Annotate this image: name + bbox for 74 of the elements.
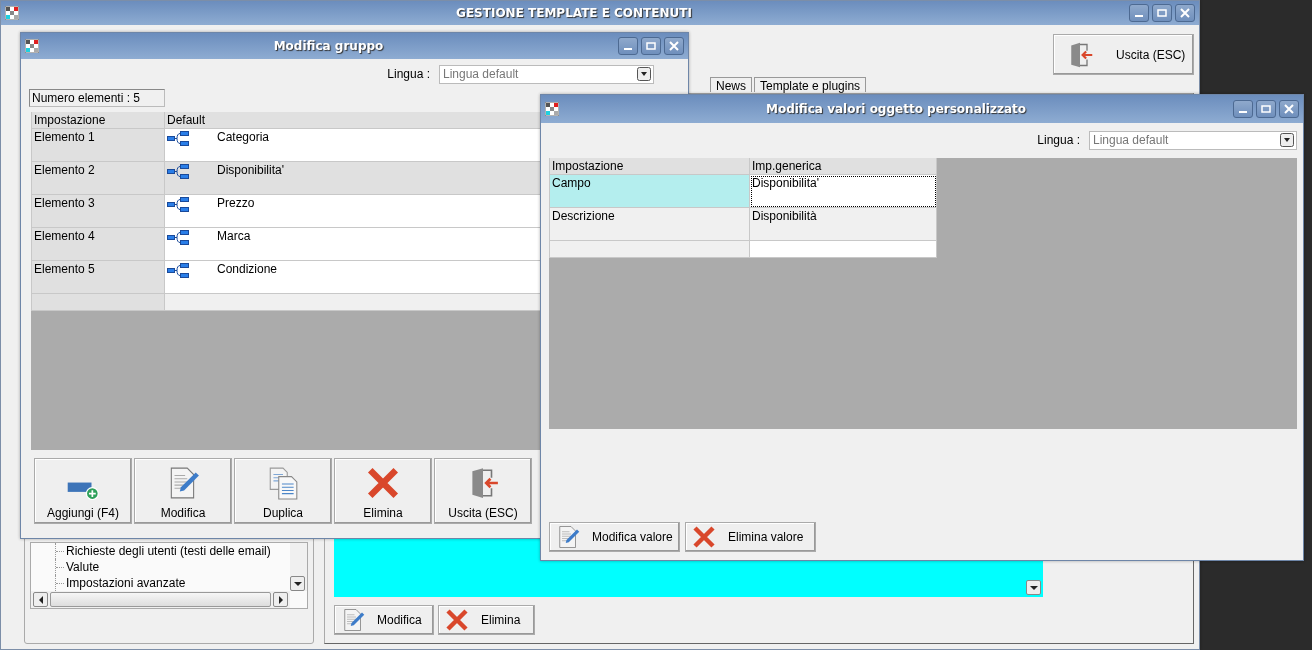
row-header: Elemento 3 bbox=[31, 194, 165, 228]
action-button[interactable]: Modifica valore bbox=[549, 522, 680, 552]
action-button[interactable]: Elimina valore bbox=[685, 522, 816, 552]
maximize-icon bbox=[1261, 104, 1271, 114]
hierarchy-icon bbox=[167, 163, 189, 181]
language-dropdown[interactable]: Lingua default bbox=[1089, 130, 1297, 150]
down-arrow-icon bbox=[1029, 583, 1038, 592]
column-header: Impostazione bbox=[549, 158, 750, 175]
minimize-icon bbox=[1239, 111, 1247, 113]
close-button[interactable] bbox=[1279, 100, 1299, 118]
maximize-button[interactable] bbox=[641, 37, 661, 55]
window-title: Modifica valori oggetto personalizzato bbox=[764, 102, 1028, 116]
row-header: Elemento 5 bbox=[31, 260, 165, 294]
minimize-icon bbox=[624, 48, 632, 50]
tree-item[interactable]: Richieste degli utenti (testi delle email) bbox=[66, 544, 271, 558]
right-arrow-icon bbox=[276, 595, 285, 604]
maximize-icon bbox=[646, 41, 656, 51]
row-header: Elemento 4 bbox=[31, 227, 165, 261]
toolbar-button[interactable]: Aggiungi (F4) bbox=[34, 458, 132, 524]
hierarchy-icon bbox=[167, 229, 189, 247]
element-count: Numero elementi : 5 bbox=[29, 89, 165, 107]
scroll-left-button[interactable] bbox=[33, 592, 48, 607]
hierarchy-icon bbox=[167, 262, 189, 280]
cross-icon bbox=[692, 525, 716, 549]
scroll-down-button[interactable] bbox=[290, 576, 305, 591]
scroll-right-button[interactable] bbox=[273, 592, 288, 607]
table-cell[interactable]: Disponibilita' bbox=[749, 174, 937, 208]
window-title: GESTIONE TEMPLATE E CONTENUTI bbox=[455, 6, 693, 20]
tree-item[interactable]: Valute bbox=[66, 560, 100, 574]
window-title: Modifica gruppo bbox=[272, 39, 385, 53]
minimize-button[interactable] bbox=[1129, 4, 1149, 22]
minimize-button[interactable] bbox=[618, 37, 638, 55]
table-cell[interactable]: Disponibilità bbox=[749, 207, 937, 241]
toolbar-button[interactable]: Duplica bbox=[234, 458, 332, 524]
maximize-button[interactable] bbox=[1152, 4, 1172, 22]
hierarchy-icon bbox=[167, 130, 189, 148]
toolbar-button[interactable]: Elimina bbox=[334, 458, 432, 524]
cross-icon bbox=[445, 608, 469, 632]
down-arrow-icon bbox=[293, 579, 302, 588]
close-button[interactable] bbox=[1175, 4, 1195, 22]
tab[interactable]: Template e plugins bbox=[754, 77, 867, 92]
app-icon bbox=[545, 102, 559, 116]
toolbar-button[interactable]: Modifica bbox=[134, 458, 232, 524]
scroll-down-button[interactable] bbox=[1026, 580, 1041, 595]
cross-icon bbox=[366, 466, 400, 500]
row-header: Elemento 1 bbox=[31, 128, 165, 162]
hierarchy-icon bbox=[167, 196, 189, 214]
action-button[interactable]: Modifica bbox=[334, 605, 434, 635]
language-label: Lingua : bbox=[387, 67, 430, 81]
scrollbar-thumb[interactable] bbox=[50, 592, 271, 607]
action-button[interactable]: Elimina bbox=[438, 605, 535, 635]
column-header: Imp.generica bbox=[749, 158, 937, 175]
tab[interactable]: News bbox=[710, 77, 752, 92]
language-dropdown[interactable]: Lingua default bbox=[439, 64, 654, 84]
close-icon bbox=[1284, 104, 1294, 114]
minimize-icon bbox=[1135, 15, 1143, 17]
app-icon bbox=[25, 39, 39, 53]
close-icon bbox=[669, 41, 679, 51]
minimize-button[interactable] bbox=[1233, 100, 1253, 118]
tree-item[interactable]: Impostazioni avanzate bbox=[66, 576, 186, 590]
row-header: Elemento 2 bbox=[31, 161, 165, 195]
maximize-icon bbox=[1157, 8, 1167, 18]
document-pencil-icon bbox=[341, 608, 365, 632]
row-header: Campo bbox=[549, 174, 750, 208]
app-icon bbox=[5, 6, 19, 20]
exit-button[interactable]: Uscita (ESC) bbox=[1053, 34, 1194, 75]
close-icon bbox=[1180, 8, 1190, 18]
maximize-button[interactable] bbox=[1256, 100, 1276, 118]
close-button[interactable] bbox=[664, 37, 684, 55]
language-label: Lingua : bbox=[1037, 133, 1080, 147]
document-pencil-icon bbox=[556, 525, 580, 549]
column-header: Impostazione bbox=[31, 112, 165, 129]
row-header: Descrizione bbox=[549, 207, 750, 241]
toolbar-button[interactable]: Uscita (ESC) bbox=[434, 458, 532, 524]
